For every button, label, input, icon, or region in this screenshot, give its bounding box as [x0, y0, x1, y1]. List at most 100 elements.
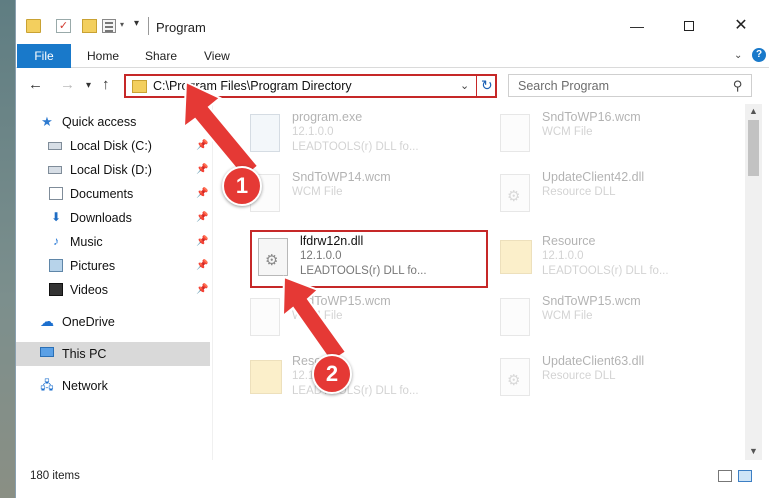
sidebar-item-label: Videos [70, 283, 108, 297]
file-name: SndToWP14.wcm [292, 170, 391, 184]
pin-icon[interactable]: 📌 [196, 206, 208, 230]
sidebar-item-local-disk-c[interactable]: Local Disk (C:) 📌 [16, 134, 210, 158]
file-name: SndToWP16.wcm [542, 110, 641, 124]
sidebar-item-local-disk-d[interactable]: Local Disk (D:) 📌 [16, 158, 210, 182]
videos-icon [49, 283, 63, 296]
item-count: 180 items [30, 470, 80, 482]
forward-arrow-icon[interactable]: → [60, 76, 75, 93]
chevron-down-icon[interactable]: ⌄ [734, 50, 742, 61]
file-tile[interactable]: Resource 12.1.0.0 LEADTOOLS(r) DLL fo... [244, 352, 484, 408]
window-title: Program [156, 20, 206, 35]
scroll-up-icon[interactable]: ▲ [749, 106, 758, 116]
file-description: LEADTOOLS(r) DLL fo... [542, 265, 669, 277]
music-icon: ♪ [53, 234, 59, 248]
star-icon: ★ [41, 114, 53, 129]
search-input[interactable]: Search Program ⚲ [508, 74, 752, 97]
file-name: UpdateClient63.dll [542, 354, 645, 368]
file-name: Resource [542, 234, 596, 248]
pin-icon[interactable]: 📌 [196, 182, 208, 206]
scrollbar-thumb[interactable] [748, 120, 759, 176]
folder-icon [132, 80, 147, 93]
callout-badge-2: 2 [312, 354, 352, 394]
address-dropdown-icon[interactable]: ⌄ [460, 79, 469, 92]
recent-locations-dropdown-icon[interactable]: ▾ [86, 80, 91, 91]
file-description: LEADTOOLS(r) DLL fo... [292, 141, 419, 153]
file-tile[interactable]: ⚙ UpdateClient42.dll Resource DLL [494, 168, 734, 224]
sidebar-item-videos[interactable]: Videos 📌 [16, 278, 210, 302]
file-type: WCM File [542, 126, 593, 138]
sidebar-item-this-pc[interactable]: This PC [16, 342, 210, 366]
file-icon [500, 114, 530, 152]
sidebar-item-label: Downloads [70, 211, 132, 225]
customize-toolbar-icon[interactable]: ▾ [134, 18, 139, 29]
sidebar-item-label: Pictures [70, 259, 116, 273]
new-folder-icon[interactable] [82, 19, 97, 33]
sidebar-item-label: Network [62, 379, 108, 393]
tab-share[interactable]: Share [145, 44, 177, 68]
sidebar-item-label: Local Disk (D:) [70, 163, 152, 177]
title-bar: ✓ ▾ ▾ Program — ✕ [16, 0, 769, 42]
file-tile[interactable]: SndToWP15.wcm WCM File [494, 292, 734, 348]
scroll-down-icon[interactable]: ▼ [749, 446, 758, 456]
details-view-icon[interactable] [718, 470, 732, 482]
pin-icon[interactable]: 📌 [196, 278, 208, 302]
search-placeholder: Search Program [518, 79, 610, 93]
sidebar-item-label: Quick access [62, 115, 137, 129]
pin-icon[interactable]: 📌 [196, 158, 208, 182]
search-icon[interactable]: ⚲ [733, 78, 743, 94]
sidebar-item-label: This PC [62, 347, 107, 361]
address-path[interactable]: C:\Program Files\Program Directory [153, 79, 352, 93]
sidebar-item-pictures[interactable]: Pictures 📌 [16, 254, 210, 278]
up-arrow-icon[interactable]: ↑ [102, 76, 110, 93]
properties-check-icon[interactable]: ✓ [56, 19, 71, 33]
navigation-pane: ★ Quick access Local Disk (C:) 📌 Local D… [16, 104, 212, 460]
file-tile[interactable]: SndToWP15.wcm WCM File [244, 292, 484, 348]
sidebar-item-label: Music [70, 235, 103, 249]
folder-icon[interactable] [26, 19, 41, 33]
file-tile[interactable]: ⚙ UpdateClient63.dll Resource DLL [494, 352, 734, 408]
pin-icon[interactable]: 📌 [196, 254, 208, 278]
refresh-icon[interactable]: ↻ [481, 77, 493, 94]
tab-file[interactable]: File [17, 44, 71, 68]
file-tile[interactable]: program.exe 12.1.0.0 LEADTOOLS(r) DLL fo… [244, 108, 484, 164]
tab-home[interactable]: Home [87, 44, 119, 68]
file-name: program.exe [292, 110, 363, 124]
file-icon [250, 298, 280, 336]
address-separator [476, 76, 477, 96]
view-properties-icon[interactable] [102, 19, 116, 33]
sidebar-item-label: OneDrive [62, 315, 115, 329]
vertical-scrollbar[interactable]: ▲ ▼ [745, 104, 762, 460]
file-tile[interactable]: SndToWP16.wcm WCM File [494, 108, 734, 164]
dll-icon: ⚙ [500, 174, 530, 212]
sidebar-item-onedrive[interactable]: ☁ OneDrive [16, 310, 210, 334]
drive-icon [48, 142, 62, 150]
sidebar-item-downloads[interactable]: ⬇ Downloads 📌 [16, 206, 210, 230]
large-icons-view-icon[interactable] [738, 470, 752, 482]
tab-view[interactable]: View [204, 44, 230, 68]
sidebar-item-network[interactable]: 🖧 Network [16, 374, 210, 398]
quick-access-toolbar-dropdown-icon[interactable]: ▾ [120, 20, 124, 29]
sidebar-item-documents[interactable]: Documents 📌 [16, 182, 210, 206]
file-version: 12.1.0.0 [292, 126, 334, 138]
sidebar-item-quick-access[interactable]: ★ Quick access [16, 110, 210, 134]
file-name: SndToWP15.wcm [292, 294, 391, 308]
file-name: UpdateClient42.dll [542, 170, 645, 184]
gear-icon: ⚙ [507, 372, 521, 389]
gear-icon: ⚙ [507, 188, 521, 205]
sidebar-item-music[interactable]: ♪ Music 📌 [16, 230, 210, 254]
help-icon[interactable]: ? [752, 48, 766, 62]
file-list: program.exe 12.1.0.0 LEADTOOLS(r) DLL fo… [214, 104, 744, 460]
close-button[interactable]: ✕ [718, 14, 764, 42]
file-tile[interactable]: SndToWP14.wcm WCM File [244, 168, 484, 224]
navigation-bar: ← → ▾ ↑ C:\Program Files\Program Directo… [16, 70, 769, 102]
folder-icon [500, 240, 532, 274]
file-tile[interactable]: Resource 12.1.0.0 LEADTOOLS(r) DLL fo... [494, 232, 734, 288]
network-icon: 🖧 [40, 378, 54, 392]
maximize-button[interactable] [666, 14, 712, 42]
minimize-button[interactable]: — [614, 14, 660, 42]
address-bar[interactable]: C:\Program Files\Program Directory ⌄ ↻ [124, 74, 497, 98]
back-arrow-icon[interactable]: ← [28, 76, 43, 93]
pin-icon[interactable]: 📌 [196, 134, 208, 158]
pin-icon[interactable]: 📌 [196, 230, 208, 254]
sidebar-item-label: Local Disk (C:) [70, 139, 152, 153]
